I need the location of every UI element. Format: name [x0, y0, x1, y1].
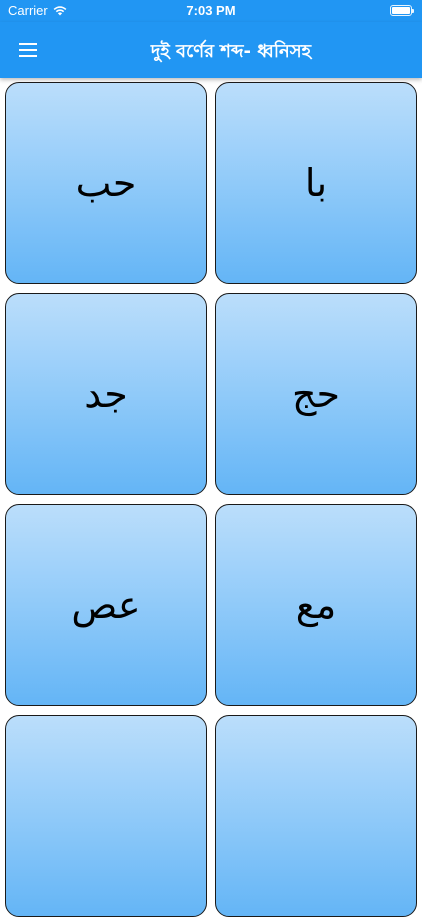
- card-word: جد: [84, 372, 128, 416]
- word-card[interactable]: عص: [5, 504, 207, 706]
- word-card-grid: حب با جد حج عص مع: [0, 78, 422, 917]
- card-word: حب: [75, 161, 137, 205]
- status-bar: Carrier 7:03 PM: [0, 0, 422, 22]
- word-card[interactable]: با: [215, 82, 417, 284]
- card-word: حج: [291, 372, 341, 416]
- status-time: 7:03 PM: [186, 3, 236, 18]
- card-word: مع: [295, 583, 337, 627]
- battery-icon: [390, 5, 414, 16]
- word-card[interactable]: حج: [215, 293, 417, 495]
- word-card[interactable]: [5, 715, 207, 917]
- word-card[interactable]: مع: [215, 504, 417, 706]
- card-word: با: [304, 161, 328, 205]
- page-title: দুই বর্ণের শব্দ- ধ্বনিসহ: [150, 41, 312, 62]
- word-card[interactable]: [215, 715, 417, 917]
- word-card[interactable]: جد: [5, 293, 207, 495]
- word-card[interactable]: حب: [5, 82, 207, 284]
- card-word: عص: [71, 583, 141, 627]
- menu-button[interactable]: [12, 34, 44, 66]
- app-bar: দুই বর্ণের শব্দ- ধ্বনিসহ: [0, 22, 422, 78]
- hamburger-menu-icon: [19, 43, 37, 57]
